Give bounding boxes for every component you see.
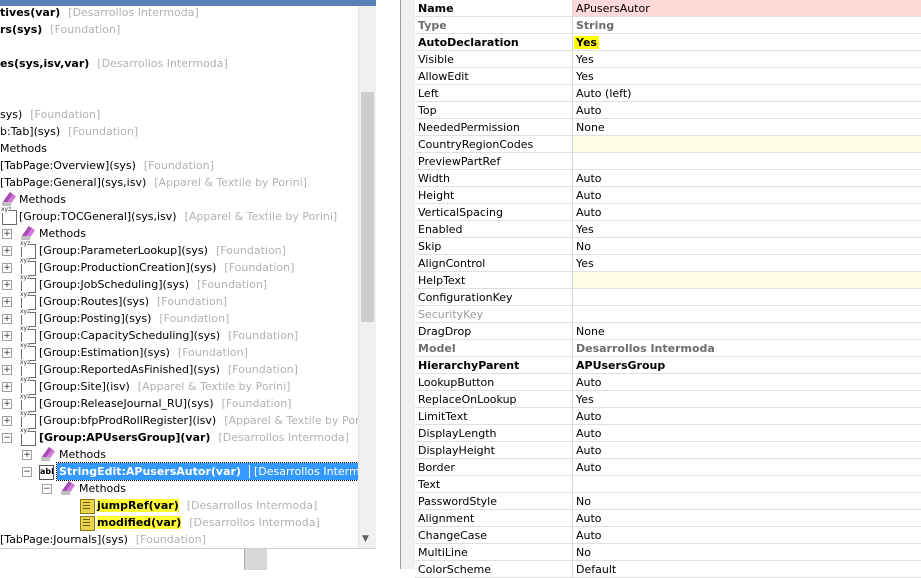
property-row[interactable]: ReplaceOnLookup Yes <box>415 391 921 408</box>
property-row[interactable]: Width Auto <box>415 170 921 187</box>
expand-icon[interactable]: + <box>2 331 12 341</box>
tree-node[interactable]: [Group:Estimation](sys) [Foundation] <box>39 344 248 361</box>
methods-icon <box>21 225 36 241</box>
tree-node[interactable]: [Group:TOCGeneral](sys,isv) [Apparel & Te… <box>19 208 337 225</box>
property-row[interactable]: DragDrop None <box>415 323 921 340</box>
property-row-autodeclaration[interactable]: AutoDeclaration Yes <box>415 34 921 51</box>
tree-node[interactable]: [TabPage:Overview](sys) [Foundation] <box>0 157 214 174</box>
panel-separator <box>244 549 267 570</box>
tree-node[interactable]: [Group:CapacityScheduling](sys) [Foundati… <box>39 327 298 344</box>
property-row[interactable]: Top Auto <box>415 102 921 119</box>
property-row[interactable]: SecurityKey <box>415 306 921 323</box>
property-row[interactable]: Height Auto <box>415 187 921 204</box>
properties-panel: Name APusersAutor Type String AutoDeclarat… <box>400 0 921 578</box>
tree-node[interactable]: [Group:Site](isv) [Apparel & Textile by P… <box>39 378 290 395</box>
property-row-model[interactable]: Model Desarrollos Intermoda <box>415 340 921 357</box>
expand-icon[interactable]: + <box>22 450 32 460</box>
tree-node[interactable]: [TabPage:Journals](sys) [Foundation] <box>0 531 206 548</box>
tree-node-methods[interactable]: Methods <box>39 225 86 242</box>
property-row[interactable]: Skip No <box>415 238 921 255</box>
tree-node[interactable]: sys) [Foundation] <box>0 106 100 123</box>
expand-icon[interactable]: + <box>2 246 12 256</box>
expand-icon[interactable]: + <box>2 382 12 392</box>
scrollbar-thumb[interactable] <box>361 92 374 322</box>
tree-node[interactable]: [Group:Posting](sys) [Foundation] <box>39 310 229 327</box>
property-row[interactable]: Visible Yes <box>415 51 921 68</box>
tree-node[interactable]: b:Tab](sys) [Foundation] <box>0 123 138 140</box>
property-row[interactable]: PreviewPartRef <box>415 153 921 170</box>
property-row[interactable]: LookupButton Auto <box>415 374 921 391</box>
method-icon <box>80 499 95 514</box>
scroll-down-arrow-icon[interactable]: ▼ <box>362 535 369 544</box>
expand-icon[interactable]: + <box>2 297 12 307</box>
property-row[interactable]: DisplayHeight Auto <box>415 442 921 459</box>
panel-gap <box>376 0 400 569</box>
aot-tree-panel: tives(var) [Desarrollos Intermoda] rs(sys… <box>0 0 377 548</box>
tree-node-selected-stringedit[interactable]: StringEdit:APusersAutor(var) [Desarrollos… <box>55 462 358 481</box>
tree-node[interactable]: [Group:Routes](sys) [Foundation] <box>39 293 227 310</box>
property-row[interactable]: MultiLine No <box>415 544 921 561</box>
property-row[interactable]: AllowEdit Yes <box>415 68 921 85</box>
methods-icon <box>2 191 17 207</box>
collapse-icon[interactable]: − <box>42 484 52 494</box>
window-title-strip <box>0 0 376 6</box>
property-row[interactable]: Text <box>415 476 921 493</box>
expand-icon[interactable]: + <box>2 280 12 290</box>
property-row[interactable]: Enabled Yes <box>415 221 921 238</box>
properties-gutter <box>401 0 415 569</box>
property-row[interactable]: ChangeCase Auto <box>415 527 921 544</box>
property-row[interactable]: Alignment Auto <box>415 510 921 527</box>
tree-node[interactable]: rs(sys) [Foundation] <box>0 21 120 38</box>
group-icon <box>20 427 36 446</box>
tree-node[interactable]: [TabPage:General](sys,isv) [Apparel & Tex… <box>0 174 307 191</box>
property-row[interactable]: DisplayLength Auto <box>415 425 921 442</box>
property-row-type[interactable]: Type String <box>415 17 921 34</box>
group-icon <box>1 206 17 225</box>
tree-node[interactable]: [Group:ReleaseJournal_RU](sys) [Foundatio… <box>39 395 292 412</box>
expand-icon[interactable]: + <box>2 348 12 358</box>
expand-icon[interactable]: + <box>2 365 12 375</box>
tree-node[interactable]: [Group:JobScheduling](sys) [Foundation] <box>39 276 267 293</box>
collapse-icon[interactable]: − <box>22 467 32 477</box>
methods-icon <box>41 446 56 462</box>
property-row[interactable]: CountryRegionCodes <box>415 136 921 153</box>
tree-node-methods[interactable]: Methods <box>59 446 106 463</box>
tree-node[interactable]: [Group:ProductionCreation](sys) [Foundati… <box>39 259 294 276</box>
methods-icon <box>61 480 76 496</box>
expand-icon[interactable]: + <box>2 399 12 409</box>
property-row[interactable]: HelpText <box>415 272 921 289</box>
property-row-hierarchyparent[interactable]: HierarchyParent APUsersGroup <box>415 357 921 374</box>
tree-node-apusersgroup[interactable]: [Group:APUsersGroup](var) [Desarrollos In… <box>39 429 349 446</box>
property-row[interactable]: Left Auto (left) <box>415 85 921 102</box>
expand-icon[interactable]: + <box>2 416 12 426</box>
expand-icon[interactable]: + <box>2 263 12 273</box>
expand-icon[interactable]: + <box>2 229 12 239</box>
property-row[interactable]: AlignControl Yes <box>415 255 921 272</box>
property-row[interactable]: LimitText Auto <box>415 408 921 425</box>
property-row-name[interactable]: Name APusersAutor <box>415 0 921 17</box>
property-row[interactable]: Border Auto <box>415 459 921 476</box>
tree-node[interactable]: [Group:ReportedAsFinished](sys) [Foundati… <box>39 361 298 378</box>
tree-node-methods[interactable]: Methods <box>0 140 47 157</box>
method-icon <box>80 516 95 531</box>
tree-node[interactable]: es(sys,isv,var) [Desarrollos Intermoda] <box>0 55 228 72</box>
property-row[interactable]: NeededPermission None <box>415 119 921 136</box>
property-row[interactable]: ConfigurationKey <box>415 289 921 306</box>
tree-node[interactable]: [Group:ParameterLookup](sys) [Foundation] <box>39 242 286 259</box>
collapse-icon[interactable]: − <box>2 433 12 443</box>
tree-node-method-modified[interactable]: modified(var) [Desarrollos Intermoda] <box>97 514 320 531</box>
tree-bottom-bar <box>0 548 376 570</box>
tree-scrollbar[interactable]: ▼ <box>358 0 376 548</box>
tree-node[interactable]: [Group:bfpProdRollRegister](isv) [Apparel… <box>39 412 358 429</box>
expand-icon[interactable]: + <box>2 314 12 324</box>
property-row[interactable]: VerticalSpacing Auto <box>415 204 921 221</box>
string-edit-icon: abl <box>39 465 54 480</box>
tree-node-methods[interactable]: Methods <box>19 191 66 208</box>
property-row[interactable]: ColorScheme Default <box>415 561 921 578</box>
tree-node-methods[interactable]: Methods <box>79 480 126 497</box>
property-row[interactable]: PasswordStyle No <box>415 493 921 510</box>
aot-tree: tives(var) [Desarrollos Intermoda] rs(sys… <box>0 0 358 548</box>
tree-node-method-jumpref[interactable]: jumpRef(var) [Desarrollos Intermoda] <box>97 497 317 514</box>
tree-node[interactable]: tives(var) [Desarrollos Intermoda] <box>0 4 199 21</box>
